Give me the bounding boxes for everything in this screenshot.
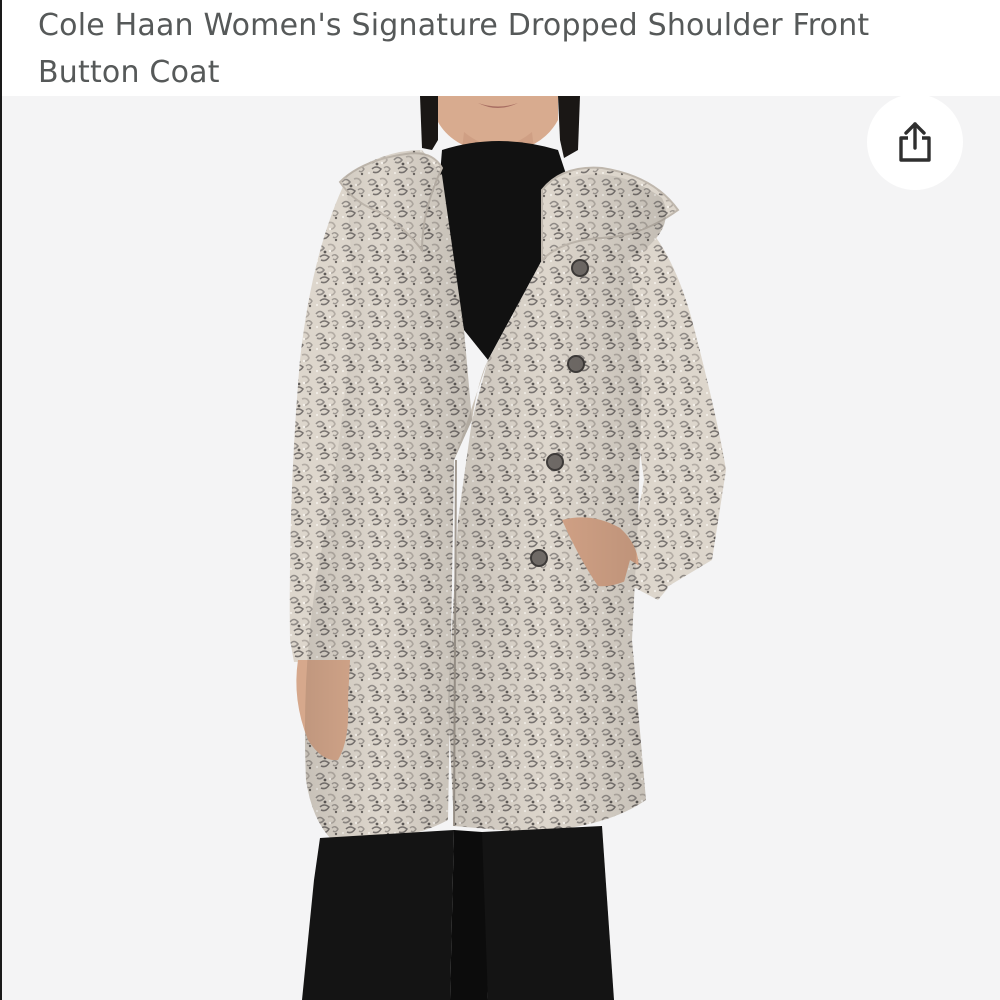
hair	[558, 96, 580, 158]
product-detail-page: Cole Haan Women's Signature Dropped Shou…	[0, 0, 1000, 1000]
coat-photo	[289, 96, 726, 1000]
pants-right-leg	[482, 826, 614, 1000]
share-button[interactable]	[867, 94, 963, 190]
right-sleeve	[630, 210, 726, 590]
pants-left-leg	[302, 830, 454, 1000]
share-icon	[899, 122, 931, 162]
product-image[interactable]	[2, 96, 1000, 1000]
left-border	[0, 0, 2, 1000]
pants-gap	[450, 830, 488, 1000]
hair	[420, 96, 438, 150]
product-title: Cole Haan Women's Signature Dropped Shou…	[38, 8, 870, 90]
